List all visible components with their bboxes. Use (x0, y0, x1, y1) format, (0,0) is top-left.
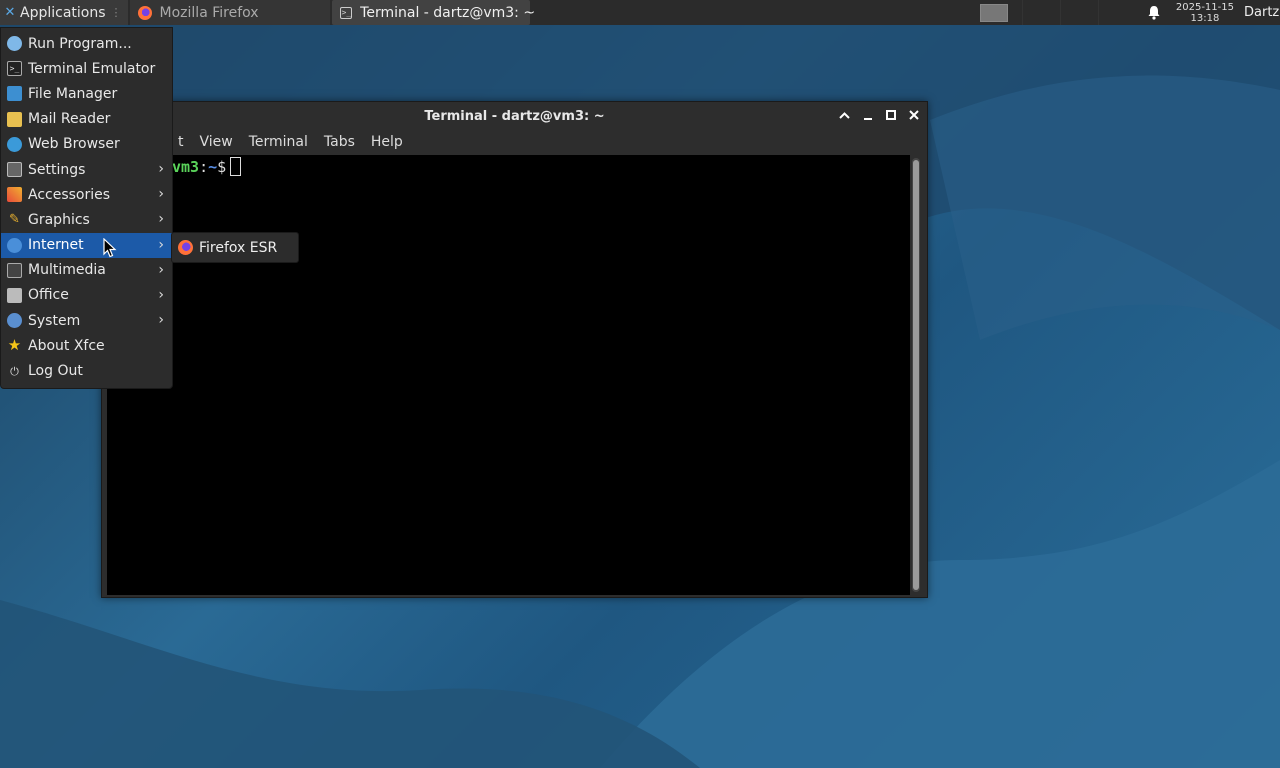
menu-item-label: Log Out (28, 363, 83, 380)
menu-item-web-browser[interactable]: Web Browser (1, 132, 172, 157)
window-title: Terminal - dartz@vm3: ~ (424, 108, 605, 124)
menu-item-label: Office (28, 287, 69, 304)
close-button[interactable] (906, 107, 921, 123)
menu-item-label: Settings (28, 161, 86, 178)
internet-submenu: Firefox ESR (171, 232, 299, 263)
minimize-button[interactable] (860, 107, 875, 123)
notification-bell-icon[interactable] (1146, 0, 1162, 25)
menu-terminal[interactable]: Terminal (241, 134, 316, 150)
menu-item-office[interactable]: Office › (1, 283, 172, 308)
xfce-logo-icon: ✕ (4, 5, 16, 20)
menu-item-mail-reader[interactable]: Mail Reader (1, 107, 172, 132)
web-browser-icon (7, 136, 22, 152)
menu-item-log-out[interactable]: ⏻ Log Out (1, 358, 172, 383)
firefox-icon (178, 240, 193, 255)
menu-item-settings[interactable]: Settings › (1, 157, 172, 182)
file-manager-icon (7, 86, 22, 102)
logout-icon: ⏻ (10, 364, 19, 378)
shade-button[interactable] (837, 107, 852, 123)
window-controls (837, 107, 921, 123)
menu-item-internet[interactable]: Internet › (1, 232, 172, 258)
mail-icon (7, 111, 22, 127)
chevron-right-icon: › (158, 312, 164, 329)
system-icon (7, 313, 22, 329)
settings-icon (7, 162, 22, 178)
internet-icon (7, 237, 22, 253)
terminal-icon: >_ (7, 61, 22, 77)
applications-label: Applications (20, 4, 106, 21)
menu-item-graphics[interactable]: ✎ Graphics › (1, 207, 172, 232)
menu-item-system[interactable]: System › (1, 308, 172, 333)
chevron-right-icon: › (158, 236, 164, 253)
terminal-scrollbar[interactable] (912, 158, 920, 592)
prompt-line: vm3 : ~ $ (172, 157, 242, 176)
taskbar-item-label: Terminal - dartz@vm3: ~ (360, 4, 536, 21)
terminal-icon: >_ (339, 6, 353, 19)
chevron-right-icon: › (158, 160, 164, 177)
menu-help[interactable]: Help (363, 134, 411, 150)
taskbar-item-firefox[interactable]: Mozilla Firefox (129, 0, 330, 25)
menu-item-label: Mail Reader (28, 111, 111, 128)
workspace-switcher-1[interactable] (979, 3, 1008, 22)
menu-item-multimedia[interactable]: Multimedia › (1, 258, 172, 283)
menu-item-about-xfce[interactable]: ★ About Xfce (1, 333, 172, 358)
clock-date: 2025-11-15 (1175, 1, 1234, 13)
terminal-menubar: t View Terminal Tabs Help (102, 130, 927, 154)
search-icon (7, 36, 22, 52)
menu-item-label: Terminal Emulator (28, 60, 156, 77)
user-menu[interactable]: Dartz (1244, 5, 1280, 20)
chevron-right-icon: › (158, 286, 164, 303)
workspace-switcher-2[interactable] (1021, 0, 1060, 25)
accessories-icon (7, 187, 22, 203)
terminal-window[interactable]: Terminal - dartz@vm3: ~ t View Terminal … (101, 101, 928, 598)
menu-item-label: Graphics (28, 211, 90, 228)
taskbar-item-terminal[interactable]: >_ Terminal - dartz@vm3: ~ (331, 0, 535, 25)
menu-view[interactable]: View (192, 134, 241, 150)
workspace-switcher-3[interactable] (1059, 0, 1098, 25)
star-icon: ★ (7, 336, 22, 355)
office-icon (7, 287, 22, 303)
prompt-host: vm3 (172, 157, 200, 176)
menu-item-label: Run Program... (28, 35, 132, 52)
maximize-button[interactable] (883, 107, 898, 123)
menu-item-run-program[interactable]: Run Program... (1, 31, 172, 56)
clock-time: 13:18 (1190, 12, 1220, 24)
menu-item-accessories[interactable]: Accessories › (1, 182, 172, 207)
text-cursor (230, 157, 242, 176)
terminal-screen[interactable]: vm3 : ~ $ (107, 155, 910, 595)
multimedia-icon (7, 262, 22, 278)
menu-item-label: System (28, 312, 81, 329)
panel-separator: ⋮ (110, 6, 122, 19)
mouse-pointer-icon (103, 238, 117, 258)
workspace-switcher-4[interactable] (1097, 0, 1136, 25)
menu-edit[interactable]: t (170, 134, 192, 150)
clock[interactable]: 2025-11-15 13:18 (1176, 2, 1234, 24)
menu-item-label: Multimedia (28, 262, 106, 279)
top-panel: ✕ Applications ⋮ Mozilla Firefox >_ Term… (0, 0, 1280, 25)
scrollbar-thumb[interactable] (913, 160, 919, 590)
menu-item-terminal-emulator[interactable]: >_ Terminal Emulator (1, 56, 172, 81)
menu-tabs[interactable]: Tabs (316, 134, 363, 150)
submenu-item-firefox-esr[interactable]: Firefox ESR (199, 240, 277, 256)
menu-item-label: About Xfce (28, 337, 105, 354)
chevron-right-icon: › (158, 261, 164, 278)
prompt-separator: : (199, 157, 209, 176)
applications-menu: Run Program... >_ Terminal Emulator File… (0, 27, 173, 389)
firefox-icon (137, 5, 152, 20)
menu-item-label: Internet (28, 237, 84, 254)
graphics-icon: ✎ (9, 212, 20, 228)
applications-menu-button[interactable]: ✕ Applications ⋮ (0, 0, 128, 25)
menu-item-label: Accessories (28, 186, 111, 203)
terminal-titlebar[interactable]: Terminal - dartz@vm3: ~ (102, 102, 927, 130)
menu-item-label: Web Browser (28, 136, 120, 153)
menu-item-label: File Manager (28, 85, 118, 102)
chevron-right-icon: › (158, 211, 164, 228)
prompt-symbol: $ (217, 157, 227, 176)
menu-item-file-manager[interactable]: File Manager (1, 81, 172, 106)
taskbar-item-label: Mozilla Firefox (159, 4, 259, 21)
prompt-path: ~ (208, 157, 218, 176)
chevron-right-icon: › (158, 186, 164, 203)
